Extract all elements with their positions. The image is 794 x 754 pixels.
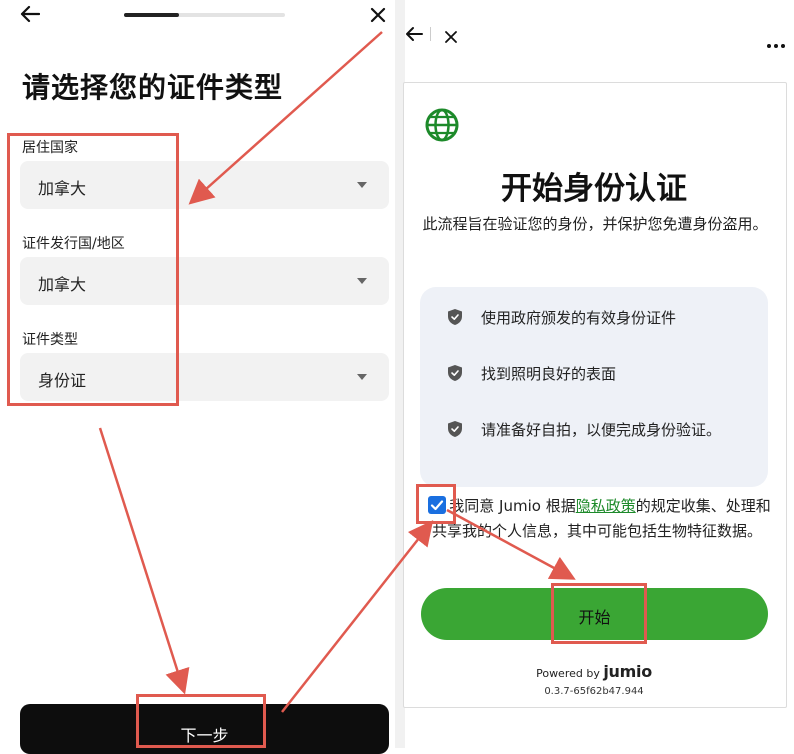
arrow-to-next [98, 427, 190, 695]
arrow-to-start [446, 508, 576, 580]
arrow-to-checkbox [281, 520, 434, 713]
arrow-to-fields [188, 31, 383, 205]
annotation-arrows [98, 31, 576, 713]
